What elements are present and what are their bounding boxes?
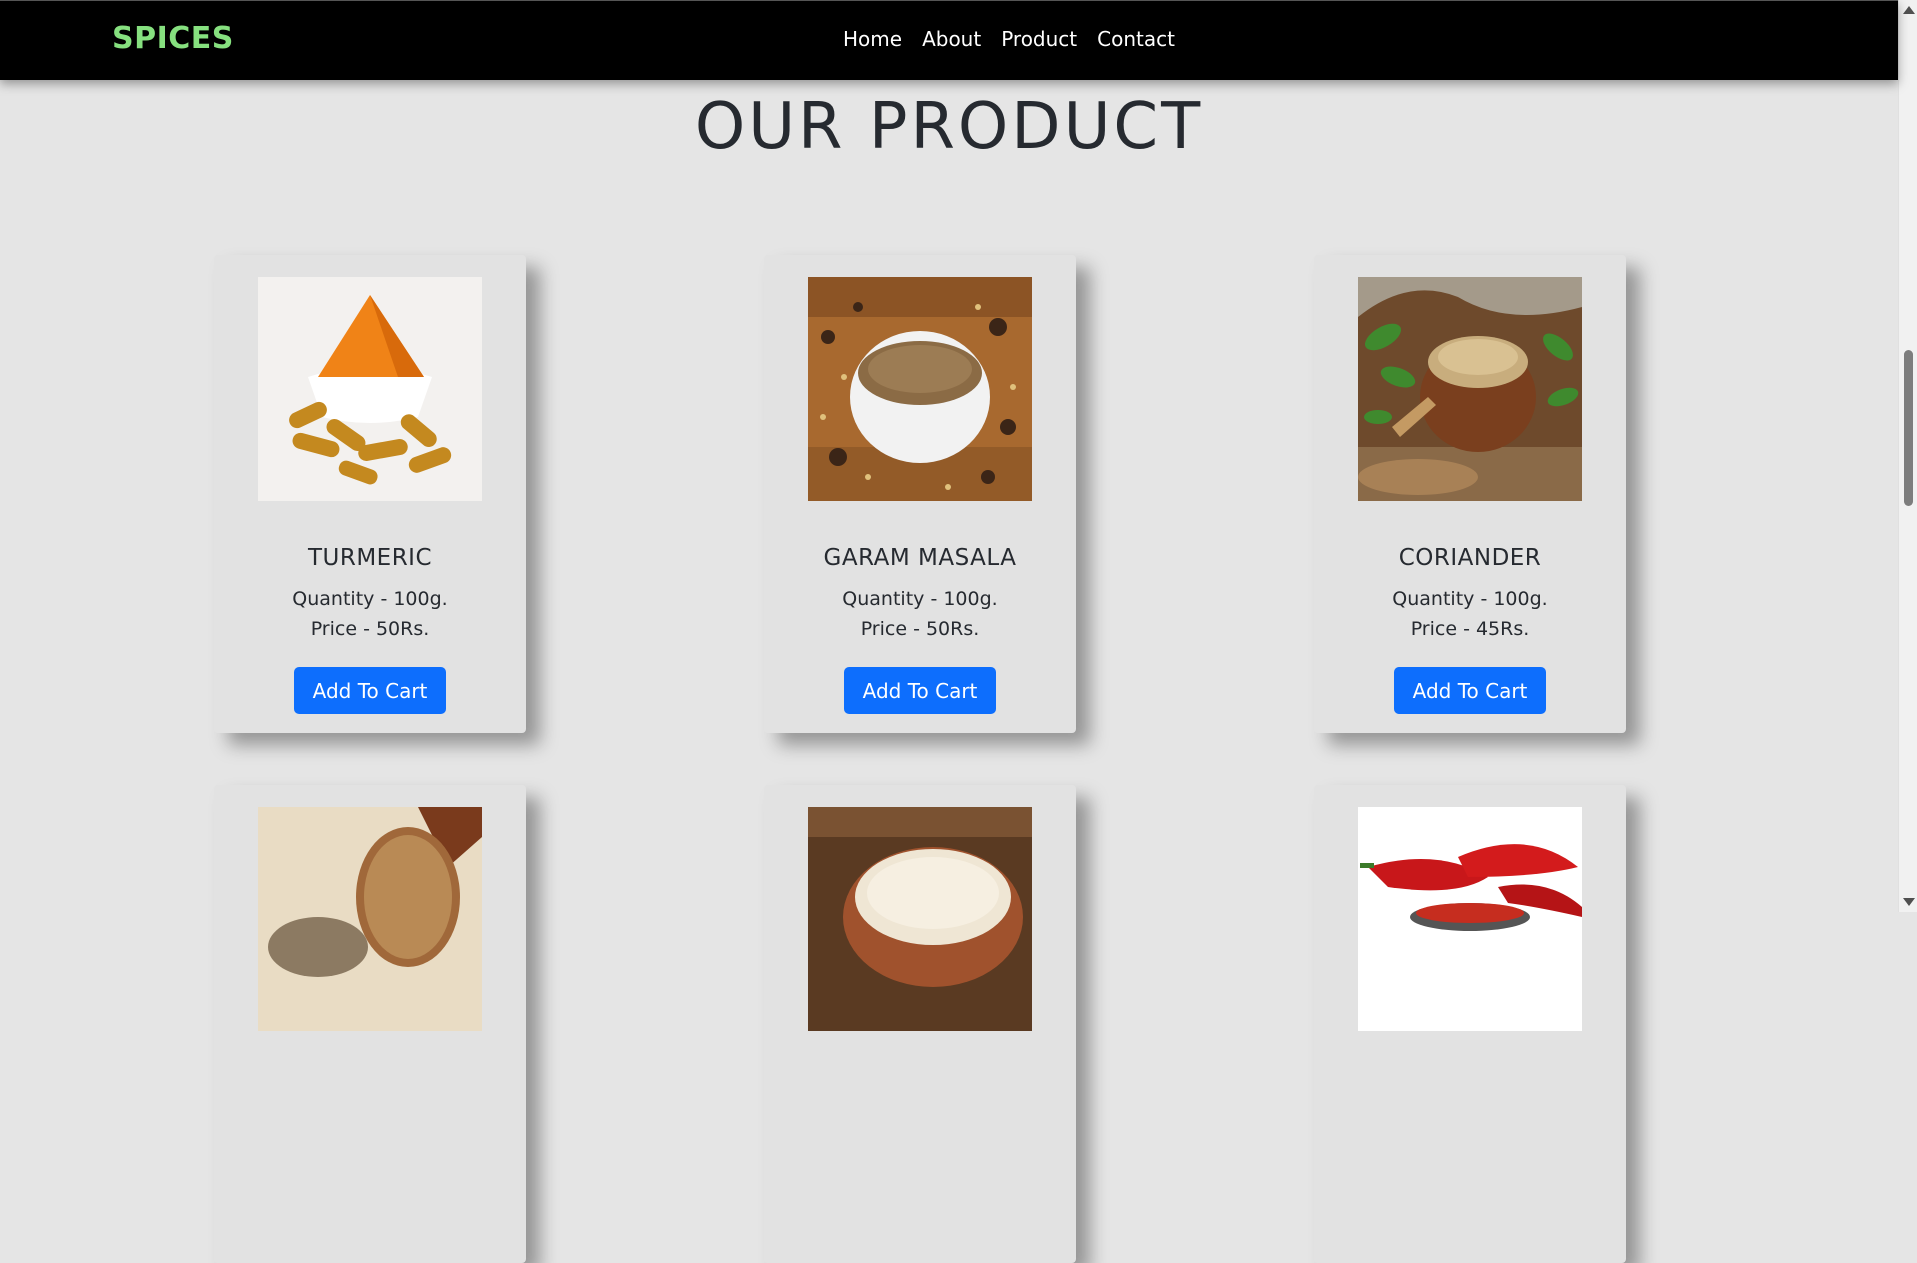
product-price: Price - 50Rs. <box>310 618 430 640</box>
product-grid: TURMERIC Quantity - 100g. Price - 50Rs. … <box>0 0 1898 1263</box>
nav-home[interactable]: Home <box>843 27 902 51</box>
product-quantity: Quantity - 100g. <box>292 588 448 610</box>
product-quantity: Quantity - 100g. <box>1392 588 1548 610</box>
nav-product[interactable]: Product <box>1001 27 1077 51</box>
add-to-cart-button[interactable]: Add To Cart <box>294 667 446 714</box>
nav-links: Home About Product Contact <box>843 27 1175 51</box>
scroll-down-arrow-icon[interactable] <box>1903 898 1915 906</box>
product-name: TURMERIC <box>307 545 433 571</box>
sesame-image <box>808 807 1032 1031</box>
product-price: Price - 45Rs. <box>1410 618 1530 640</box>
product-card-sesame <box>764 785 1076 1263</box>
navbar: SPICES Home About Product Contact <box>0 0 1898 80</box>
cumin-powder-image <box>258 807 482 1031</box>
product-card-red-chili <box>1314 785 1626 1263</box>
product-name: GARAM MASALA <box>823 545 1017 571</box>
product-card-coriander: CORIANDER Quantity - 100g. Price - 45Rs.… <box>1314 255 1626 733</box>
nav-contact[interactable]: Contact <box>1097 27 1175 51</box>
product-quantity: Quantity - 100g. <box>842 588 998 610</box>
coriander-image <box>1358 277 1582 501</box>
garam-masala-image <box>808 277 1032 501</box>
add-to-cart-button[interactable]: Add To Cart <box>1394 667 1546 714</box>
add-to-cart-button[interactable]: Add To Cart <box>844 667 996 714</box>
brand-logo[interactable]: SPICES <box>112 21 234 56</box>
nav-about[interactable]: About <box>922 27 981 51</box>
product-card-garam-masala: GARAM MASALA Quantity - 100g. Price - 50… <box>764 255 1076 733</box>
turmeric-image <box>258 277 482 501</box>
product-card-turmeric: TURMERIC Quantity - 100g. Price - 50Rs. … <box>214 255 526 733</box>
product-name: CORIANDER <box>1398 545 1542 571</box>
page-scrollbar[interactable] <box>1898 0 1917 912</box>
red-chili-image <box>1358 807 1582 1031</box>
product-price: Price - 50Rs. <box>860 618 980 640</box>
scrollbar-thumb[interactable] <box>1904 350 1913 506</box>
scroll-up-arrow-icon[interactable] <box>1903 6 1915 14</box>
product-card-cumin-powder <box>214 785 526 1263</box>
